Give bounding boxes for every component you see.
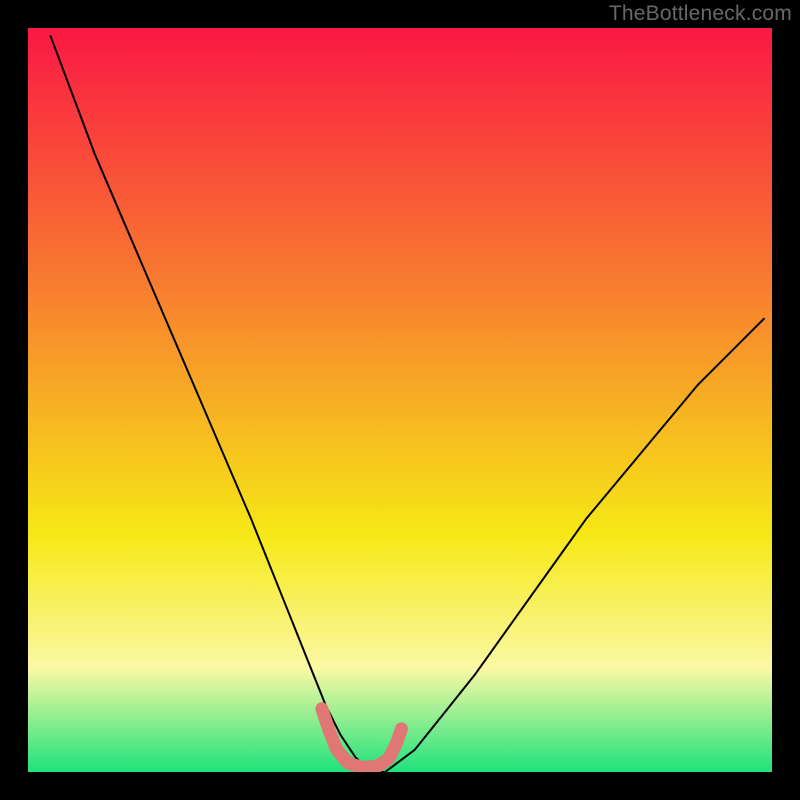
chart-stage: TheBottleneck.com [0, 0, 800, 800]
watermark-label: TheBottleneck.com [609, 2, 792, 26]
chart-background-gradient [28, 28, 772, 772]
chart-plot-area [28, 28, 772, 772]
chart-svg [28, 28, 772, 772]
